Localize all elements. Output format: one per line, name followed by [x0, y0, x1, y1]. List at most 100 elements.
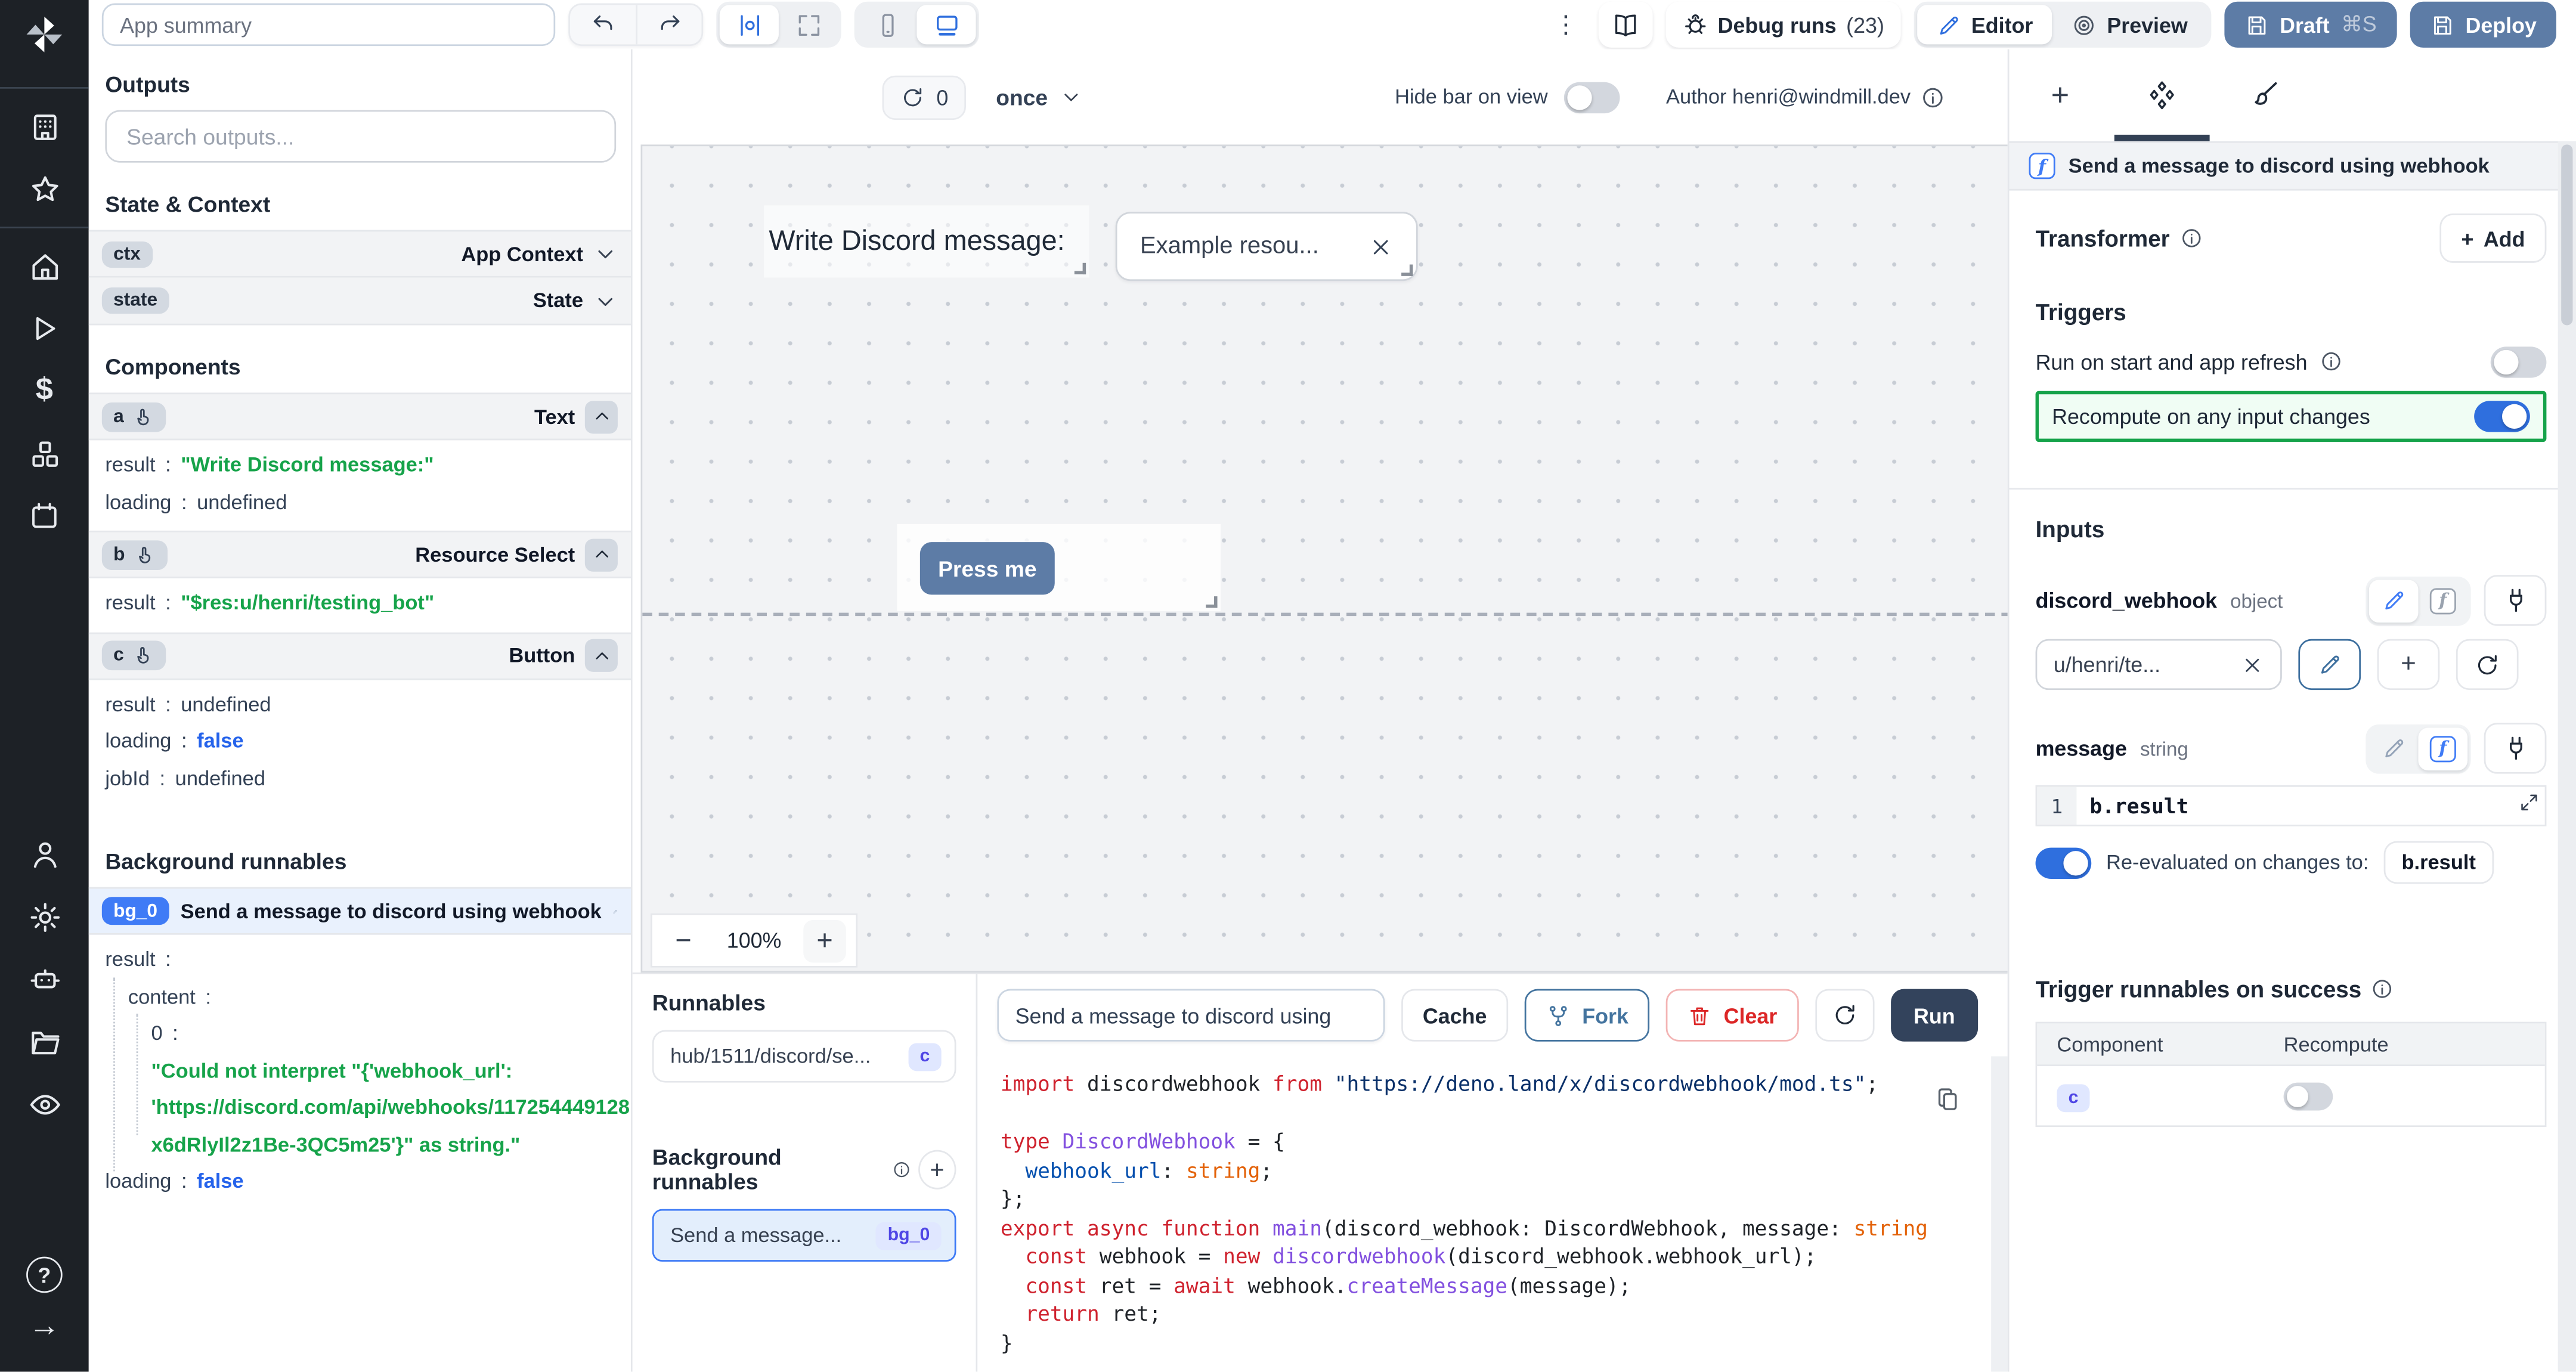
script-name-input[interactable]: Send a message to discord using	[997, 989, 1385, 1042]
output-row-ctx[interactable]: ctx App Context	[89, 230, 631, 278]
desktop-view-button[interactable]	[917, 5, 976, 44]
redo-button[interactable]	[636, 5, 701, 44]
favorites-icon[interactable]	[17, 161, 73, 217]
code-line[interactable]	[1001, 1098, 1991, 1127]
resize-handle[interactable]	[1401, 265, 1413, 276]
info-icon[interactable]	[1921, 85, 1945, 109]
chevron-down-icon[interactable]	[593, 289, 618, 313]
resize-handle[interactable]	[1075, 263, 1086, 274]
code-line[interactable]: return ret;	[1001, 1299, 1991, 1328]
fit-view-button[interactable]	[779, 5, 838, 44]
zoom-out-button[interactable]: −	[662, 919, 705, 962]
run-button[interactable]: Run	[1890, 989, 1978, 1042]
tab-component-settings[interactable]	[2111, 79, 2213, 112]
cache-button[interactable]: Cache	[1401, 989, 1508, 1042]
tab-insert-component[interactable]: +	[2009, 79, 2111, 115]
code-line[interactable]: type DiscordWebhook = {	[1001, 1127, 1991, 1156]
windmill-logo-icon[interactable]	[23, 13, 66, 64]
static-mode-pencil-button[interactable]	[2369, 727, 2419, 770]
code-line[interactable]: import discordwebhook from "https://deno…	[1001, 1070, 1991, 1098]
press-me-button[interactable]: Press me	[920, 542, 1055, 594]
docs-button[interactable]	[1598, 2, 1652, 48]
expand-editor-icon[interactable]	[2519, 792, 2540, 813]
run-mode-dropdown[interactable]: once	[996, 85, 1082, 109]
tab-preview[interactable]: Preview	[2052, 5, 2207, 44]
background-runnable-row[interactable]: bg_0 Send a message to discord using web…	[89, 887, 631, 935]
refresh-code-button[interactable]	[1815, 989, 1874, 1042]
connect-plug-button[interactable]	[2484, 575, 2547, 625]
code-line[interactable]: webhook_url: string;	[1001, 1156, 1991, 1184]
code-line[interactable]: const ret = await webhook.createMessage(…	[1001, 1271, 1991, 1299]
variables-icon[interactable]: $	[17, 363, 73, 419]
deploy-button[interactable]: Deploy	[2410, 2, 2556, 48]
pencil-icon[interactable]	[613, 901, 618, 921]
code-line[interactable]: }	[1001, 1328, 1991, 1356]
info-icon[interactable]	[2371, 977, 2395, 1001]
runnable-item[interactable]: hub/1511/discord/se... c	[652, 1030, 956, 1082]
message-expression-editor[interactable]: 1 b.result	[2036, 785, 2547, 826]
runs-icon[interactable]	[17, 301, 73, 357]
run-on-start-toggle[interactable]	[2491, 346, 2547, 377]
resources-icon[interactable]	[17, 426, 73, 482]
info-icon[interactable]	[892, 1160, 911, 1179]
audit-eye-icon[interactable]	[17, 1076, 73, 1132]
copy-code-icon[interactable]	[1934, 1086, 1962, 1114]
code-line[interactable]: const webhook = new discordwebhook(disco…	[1001, 1242, 1991, 1271]
collapse-arrow-icon[interactable]: →	[17, 1299, 73, 1355]
reeval-target-chip[interactable]: b.result	[2383, 841, 2494, 884]
tab-editor[interactable]: Editor	[1917, 5, 2052, 44]
collapse-button[interactable]	[585, 639, 618, 672]
settings-gear-icon[interactable]	[17, 889, 73, 945]
edit-resource-button[interactable]	[2298, 639, 2361, 690]
text-component-tile[interactable]: Write Discord message:	[764, 205, 1089, 277]
resource-picker[interactable]: u/henri/te...	[2036, 639, 2282, 690]
app-summary-input[interactable]	[102, 4, 555, 47]
inspector-scrollbar[interactable]	[2558, 141, 2576, 1372]
collapse-button[interactable]	[585, 400, 618, 433]
output-row-state[interactable]: state State	[89, 278, 631, 326]
zoom-in-button[interactable]: +	[803, 919, 846, 962]
eval-mode-button[interactable]: f	[2419, 579, 2468, 622]
code-line[interactable]: };	[1001, 1184, 1991, 1213]
more-menu-button[interactable]: ⋮	[1547, 10, 1584, 40]
clear-resource-icon[interactable]	[2241, 653, 2264, 676]
resize-handle[interactable]	[1206, 596, 1217, 608]
recompute-toggle[interactable]	[2474, 401, 2530, 432]
refresh-count-button[interactable]: 0	[882, 75, 966, 119]
search-outputs-input[interactable]	[105, 110, 616, 163]
code-scrollbar[interactable]	[1991, 1057, 2008, 1372]
clear-button[interactable]: Clear	[1666, 989, 1798, 1042]
background-runnable-item-selected[interactable]: Send a message... bg_0	[652, 1209, 956, 1262]
code-line[interactable]: export async function main(discord_webho…	[1001, 1213, 1991, 1242]
debug-runs-button[interactable]: Debug runs (23)	[1665, 2, 1900, 48]
clear-selection-icon[interactable]	[1368, 234, 1393, 259]
connect-plug-button[interactable]	[2484, 723, 2547, 773]
component-row-c[interactable]: c Button	[89, 631, 631, 679]
folders-icon[interactable]	[17, 1014, 73, 1070]
schedules-icon[interactable]	[17, 488, 73, 544]
add-transformer-button[interactable]: +Add	[2440, 213, 2547, 263]
resource-select-component[interactable]: Example resou...	[1116, 212, 1418, 281]
refresh-resource-button[interactable]	[2456, 639, 2519, 690]
add-background-runnable-button[interactable]: +	[918, 1150, 956, 1190]
tab-styling[interactable]	[2213, 79, 2315, 110]
recompute-c-toggle[interactable]	[2284, 1082, 2333, 1110]
undo-button[interactable]	[570, 5, 636, 44]
users-icon[interactable]	[17, 826, 73, 882]
align-center-button[interactable]	[720, 5, 779, 44]
add-resource-button[interactable]: +	[2377, 639, 2440, 690]
collapse-button[interactable]	[585, 538, 618, 571]
workspace-icon[interactable]	[17, 98, 73, 154]
eval-mode-button[interactable]: f	[2419, 727, 2468, 770]
button-component-tile[interactable]: Press me	[897, 524, 1221, 611]
component-row-b[interactable]: b Resource Select	[89, 531, 631, 578]
static-mode-pencil-button[interactable]	[2369, 579, 2419, 622]
reeval-toggle[interactable]	[2036, 847, 2092, 878]
info-icon[interactable]	[2319, 350, 2342, 373]
help-icon[interactable]: ?	[26, 1257, 63, 1293]
code-editor[interactable]: import discordwebhook from "https://deno…	[977, 1057, 1991, 1372]
home-icon[interactable]	[17, 238, 73, 294]
fork-button[interactable]: Fork	[1525, 989, 1650, 1042]
hide-bar-toggle[interactable]	[1564, 81, 1620, 112]
draft-button[interactable]: Draft ⌘S	[2224, 2, 2396, 48]
